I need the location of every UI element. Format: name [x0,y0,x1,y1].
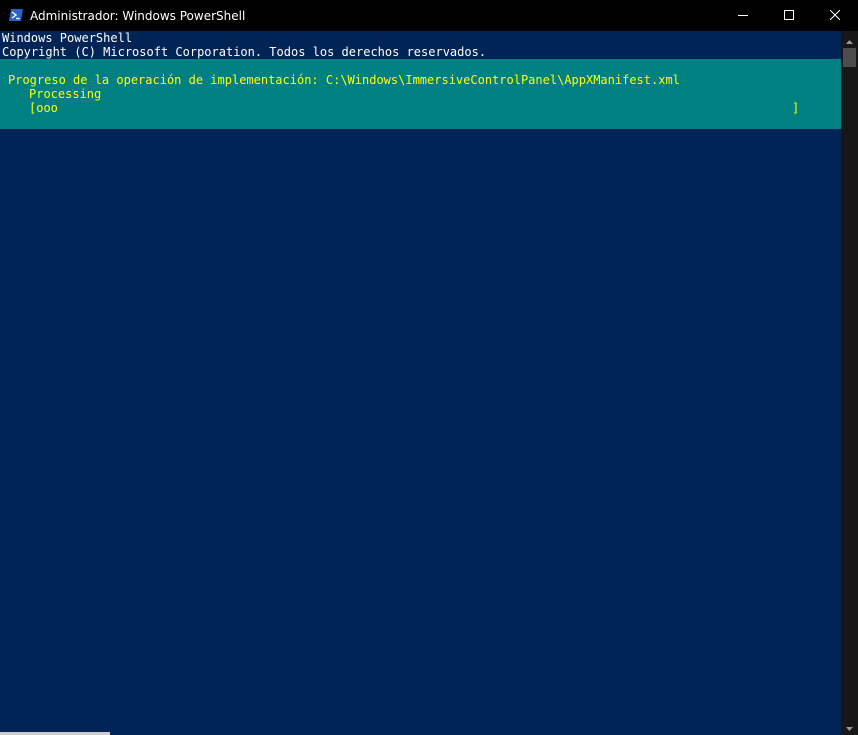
scroll-up-button[interactable] [841,31,858,48]
minimize-button[interactable] [720,0,766,31]
progress-panel: Progreso de la operación de implementaci… [0,59,841,129]
window-title: Administrador: Windows PowerShell [30,9,246,23]
title-bar[interactable]: Administrador: Windows PowerShell [0,0,858,31]
maximize-icon [784,9,794,23]
progress-status: Processing [29,87,102,101]
close-icon [829,9,841,23]
console-line: Windows PowerShell [2,31,133,45]
progress-activity: Progreso de la operación de implementaci… [8,73,680,87]
vertical-scrollbar[interactable] [841,31,858,735]
chevron-up-icon [846,31,853,49]
console-area[interactable]: Windows PowerShell Copyright (C) Microso… [0,31,841,735]
powershell-window: Administrador: Windows PowerShell Window… [0,0,858,735]
chevron-down-icon [846,718,853,735]
maximize-button[interactable] [766,0,812,31]
powershell-icon[interactable] [9,8,23,22]
scroll-down-button[interactable] [841,718,858,735]
scroll-thumb[interactable] [843,48,856,67]
progress-bar-start: [ooo [29,101,58,115]
progress-bar-end: ] [792,101,800,115]
minimize-icon [738,9,748,23]
console-line: Copyright (C) Microsoft Corporation. Tod… [2,45,487,59]
close-button[interactable] [812,0,858,31]
